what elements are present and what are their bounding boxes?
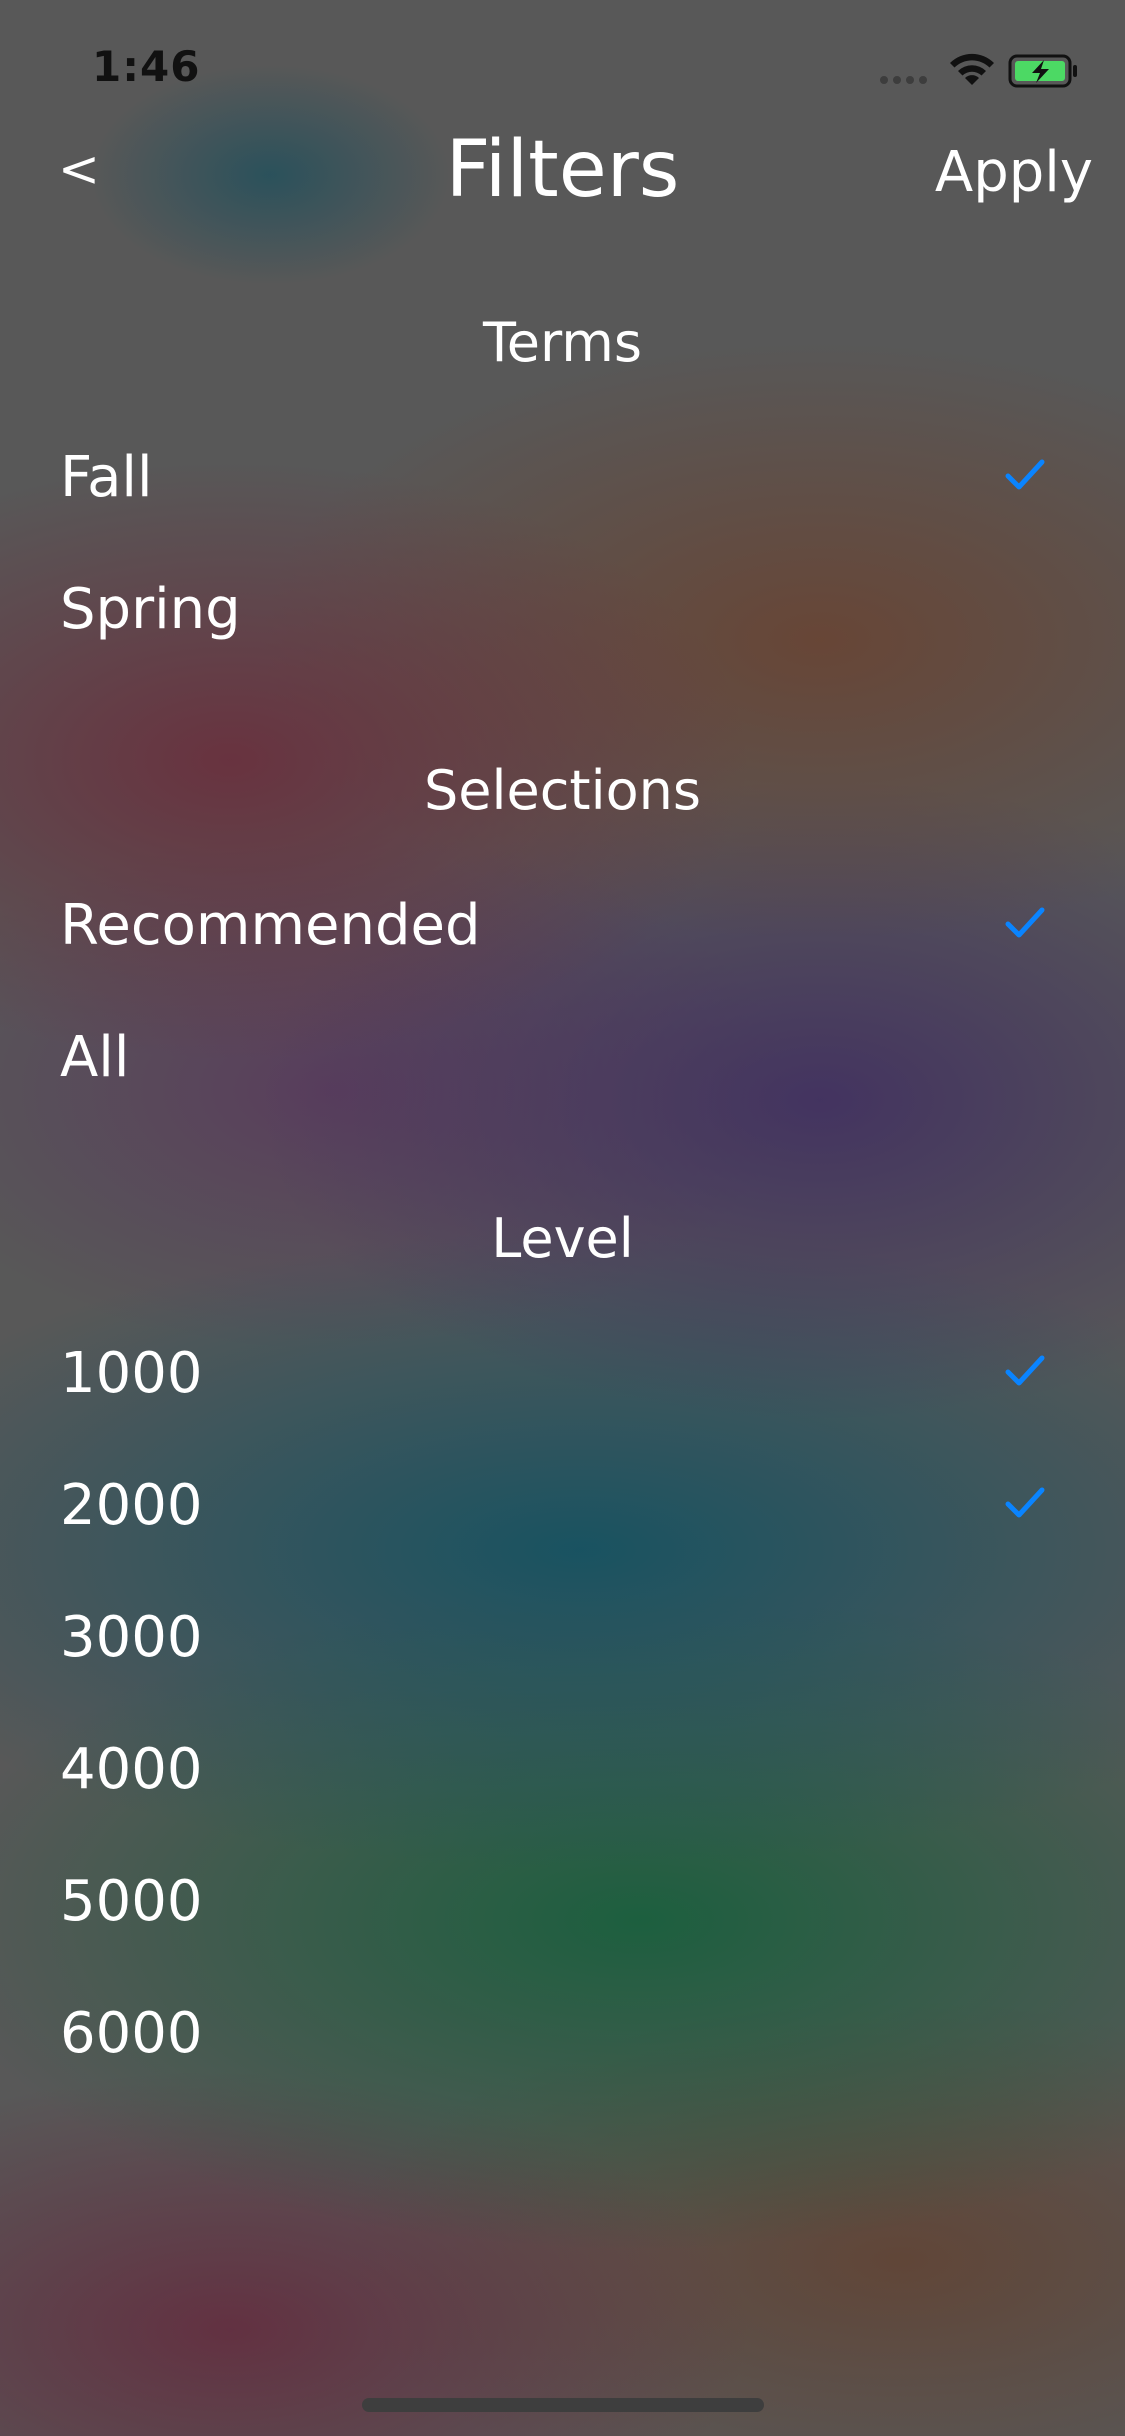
filter-row-label: 5000 xyxy=(60,1869,203,1934)
filter-row-label: Fall xyxy=(60,445,153,510)
battery-charging-icon xyxy=(1008,54,1077,88)
filter-row-recommended[interactable]: Recommended xyxy=(0,862,1125,994)
checkmark-icon xyxy=(1005,1487,1045,1518)
filter-row-label: 3000 xyxy=(60,1605,203,1670)
checkmark-icon xyxy=(1005,907,1045,938)
section-header-selections: Selections xyxy=(424,759,701,822)
filter-row-all[interactable]: All xyxy=(0,994,1125,1126)
home-indicator[interactable] xyxy=(362,2398,764,2412)
apply-button[interactable]: Apply xyxy=(935,142,1093,204)
filter-row-label: Spring xyxy=(60,577,241,642)
section-header-terms: Terms xyxy=(482,311,643,374)
filter-row-label: Recommended xyxy=(60,893,481,958)
checkmark-icon xyxy=(1005,459,1045,490)
filter-row-label: 6000 xyxy=(60,2001,203,2066)
wifi-icon xyxy=(950,53,994,85)
filter-row-label: 2000 xyxy=(60,1473,203,1538)
filter-row-4000[interactable]: 4000 xyxy=(0,1706,1125,1838)
filter-row-label: 4000 xyxy=(60,1737,203,1802)
screen: 1:46 < Filters Apply Terms Fall Spring S… xyxy=(0,0,1125,2436)
filter-row-fall[interactable]: Fall xyxy=(0,414,1125,546)
status-time: 1:46 xyxy=(92,42,201,91)
section-header-level: Level xyxy=(491,1207,634,1270)
filter-row-2000[interactable]: 2000 xyxy=(0,1442,1125,1574)
filter-row-6000[interactable]: 6000 xyxy=(0,1970,1125,2102)
filter-row-label: All xyxy=(60,1025,130,1090)
filter-row-spring[interactable]: Spring xyxy=(0,546,1125,678)
checkmark-icon xyxy=(1005,1355,1045,1386)
filter-row-3000[interactable]: 3000 xyxy=(0,1574,1125,1706)
cellular-signal-icon xyxy=(880,76,927,84)
filter-row-5000[interactable]: 5000 xyxy=(0,1838,1125,1970)
filter-row-1000[interactable]: 1000 xyxy=(0,1310,1125,1442)
filter-row-label: 1000 xyxy=(60,1341,203,1406)
